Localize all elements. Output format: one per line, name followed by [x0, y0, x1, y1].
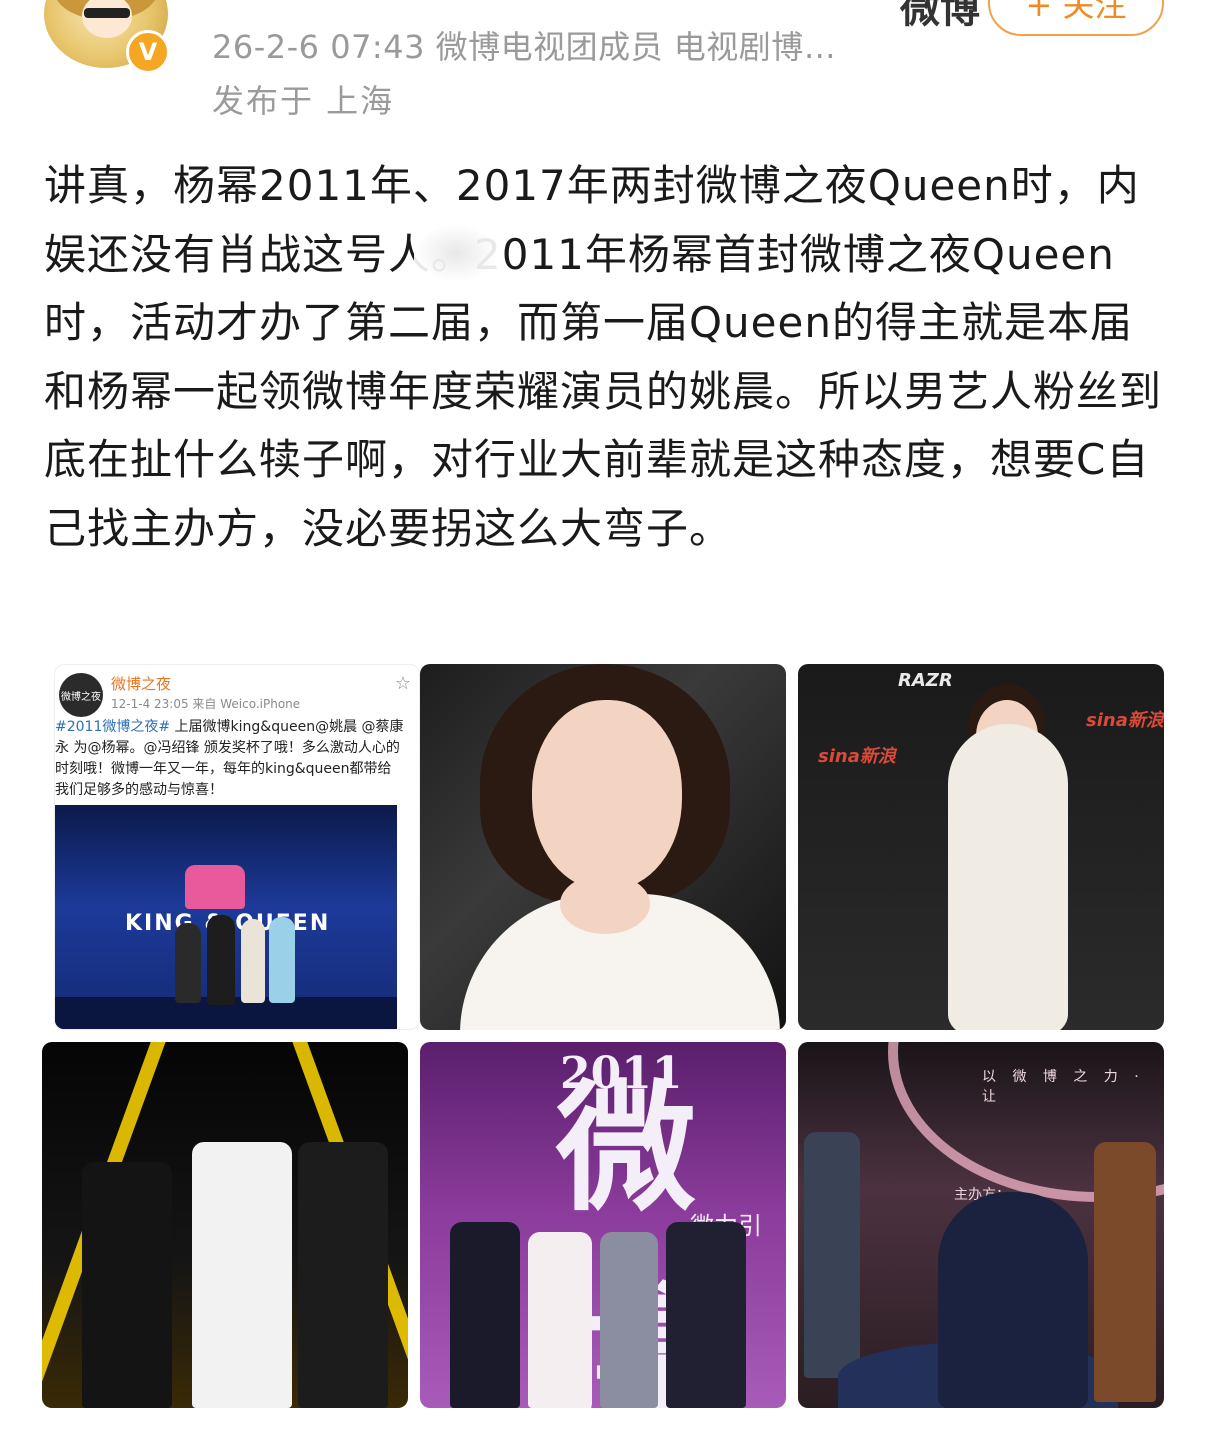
sina-logo: sina新浪 [818, 746, 896, 767]
mini-post-body: #2011微博之夜# 上届微博king&queen@姚晨 @蔡康永 为@杨幂。@… [55, 717, 405, 801]
image-tile-3[interactable]: sina新浪 RAZR sina新浪 [798, 664, 1164, 1030]
post-body: 讲真，杨幂2011年、2017年两封微博之夜Queen时，内娱还没有肖战这号人。… [44, 161, 1163, 553]
person-figure [175, 923, 201, 1003]
person-figure [192, 1142, 292, 1408]
mini-time-source: 12-1-4 23:05 来自 Weico.iPhone [111, 697, 301, 711]
avatar-glasses [84, 8, 130, 18]
person-figure [298, 1142, 388, 1408]
sina-logo: sina新浪 [1086, 710, 1164, 731]
image-tile-2[interactable]: 新浪 [420, 664, 786, 1030]
post-header: V 微博 + 关注 26-2-6 07:43 微博电视团成员 电视剧博… 发布于… [0, 0, 1206, 130]
razr-logo: RAZR [898, 670, 953, 691]
mini-hashtag: #2011微博之夜# [55, 719, 171, 735]
post-meta: 26-2-6 07:43 微博电视团成员 电视剧博… [212, 28, 837, 66]
person-figure [600, 1232, 658, 1408]
follow-button[interactable]: + 关注 [988, 0, 1164, 36]
image-tile-4[interactable] [42, 1042, 408, 1408]
image-tile-1[interactable]: 微博之夜 微博之夜 12-1-4 23:05 来自 Weico.iPhone ☆… [54, 664, 420, 1030]
person-figure [1094, 1142, 1156, 1402]
verified-icon: V [126, 30, 170, 74]
photo-face [532, 700, 682, 890]
post-location: 发布于 上海 [212, 82, 395, 120]
mini-account-name: 微博之夜 [111, 675, 172, 693]
image-tile-5[interactable]: 2011 微博 微力引 [420, 1042, 786, 1408]
person-figure [666, 1222, 746, 1408]
blur-overlay [414, 224, 498, 282]
person-figure [241, 919, 265, 1003]
person-figure [207, 915, 235, 1005]
person-figure [528, 1232, 592, 1408]
stage-slogan: 以 微 博 之 力 · 让 [982, 1069, 1145, 1105]
crown-icon [185, 865, 245, 909]
brand-text: 微博 [900, 0, 980, 32]
person-figure [804, 1132, 860, 1378]
photo-dress [948, 724, 1068, 1030]
person-figure [269, 917, 295, 1003]
person-figure [450, 1222, 520, 1408]
mini-avatar: 微博之夜 [59, 673, 103, 717]
photo-neck [560, 874, 650, 934]
star-icon: ☆ [394, 673, 411, 694]
stage-photo: KING & QUEEN [55, 805, 397, 1029]
avatar-face [82, 0, 132, 38]
image-tile-6[interactable]: 以 微 博 之 力 · 让 主办方： [798, 1042, 1164, 1408]
gown [938, 1192, 1088, 1408]
person-figure [82, 1162, 172, 1408]
